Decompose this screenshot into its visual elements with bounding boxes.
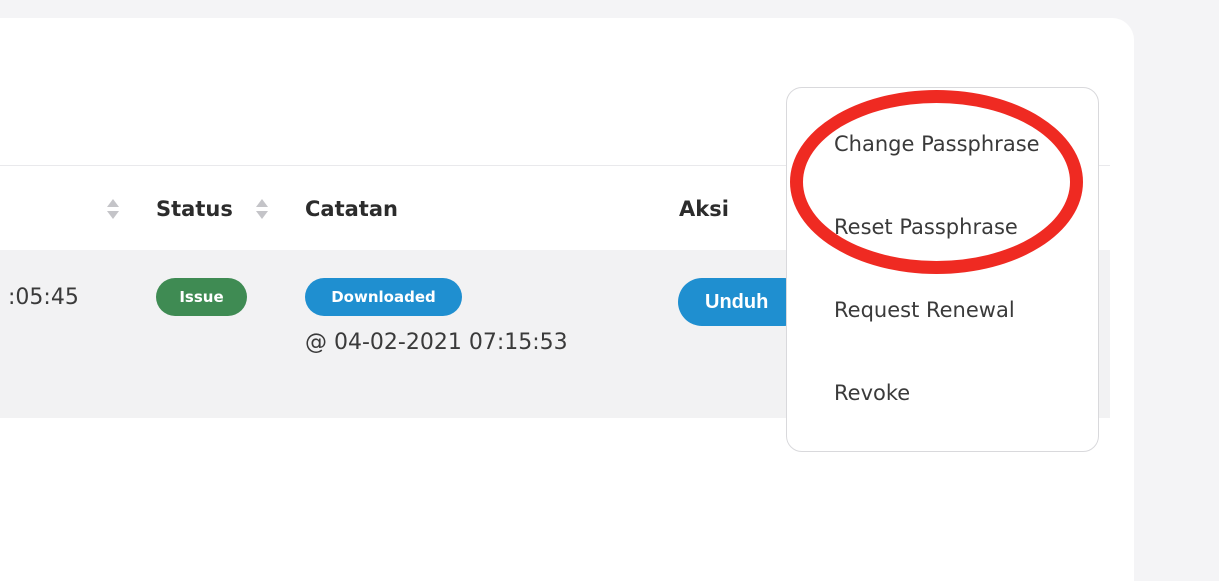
timestamp-cell: :05:45 [8, 285, 79, 310]
menu-item-request-renewal[interactable]: Request Renewal [834, 298, 1015, 322]
sort-icon[interactable] [107, 197, 119, 223]
actions-dropdown-menu: Change Passphrase Reset Passphrase Reque… [786, 87, 1099, 452]
downloaded-badge: Downloaded [305, 278, 462, 316]
status-badge: Issue [156, 278, 247, 316]
column-header-catatan: Catatan [305, 197, 398, 221]
menu-item-revoke[interactable]: Revoke [834, 381, 910, 405]
column-header-status[interactable]: Status [156, 197, 233, 221]
menu-item-reset-passphrase[interactable]: Reset Passphrase [834, 215, 1018, 239]
status-sort-icon[interactable] [256, 197, 268, 223]
download-timestamp: @ 04-02-2021 07:15:53 [305, 330, 568, 355]
menu-item-change-passphrase[interactable]: Change Passphrase [834, 132, 1040, 156]
column-header-aksi: Aksi [679, 197, 729, 221]
